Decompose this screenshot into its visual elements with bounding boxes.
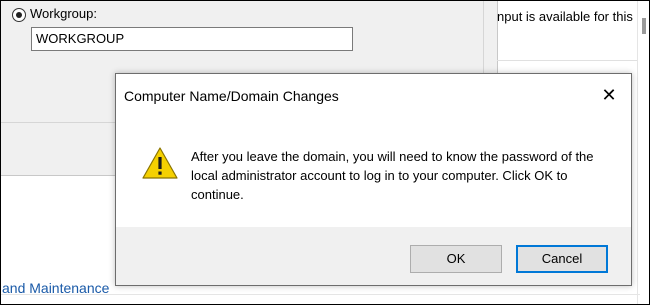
divider bbox=[0, 294, 640, 295]
ok-button[interactable]: OK bbox=[410, 245, 502, 273]
workgroup-radio[interactable] bbox=[12, 8, 26, 22]
dialog-title: Computer Name/Domain Changes bbox=[124, 88, 339, 104]
scrollbar[interactable] bbox=[637, 0, 650, 305]
background-text: nput is available for this bbox=[497, 9, 633, 24]
dialog-message: After you leave the domain, you will nee… bbox=[191, 149, 594, 202]
warning-icon bbox=[142, 147, 178, 179]
close-icon[interactable]: ✕ bbox=[597, 84, 621, 108]
dialog-footer: OK Cancel bbox=[116, 227, 631, 285]
workgroup-input[interactable]: WORKGROUP bbox=[31, 27, 353, 51]
cancel-button[interactable]: Cancel bbox=[516, 245, 608, 273]
workgroup-label: Workgroup: bbox=[30, 6, 97, 21]
domain-changes-dialog: Computer Name/Domain Changes ✕ After you… bbox=[115, 73, 632, 286]
scrollbar-thumb[interactable] bbox=[642, 18, 646, 34]
divider bbox=[497, 60, 637, 61]
